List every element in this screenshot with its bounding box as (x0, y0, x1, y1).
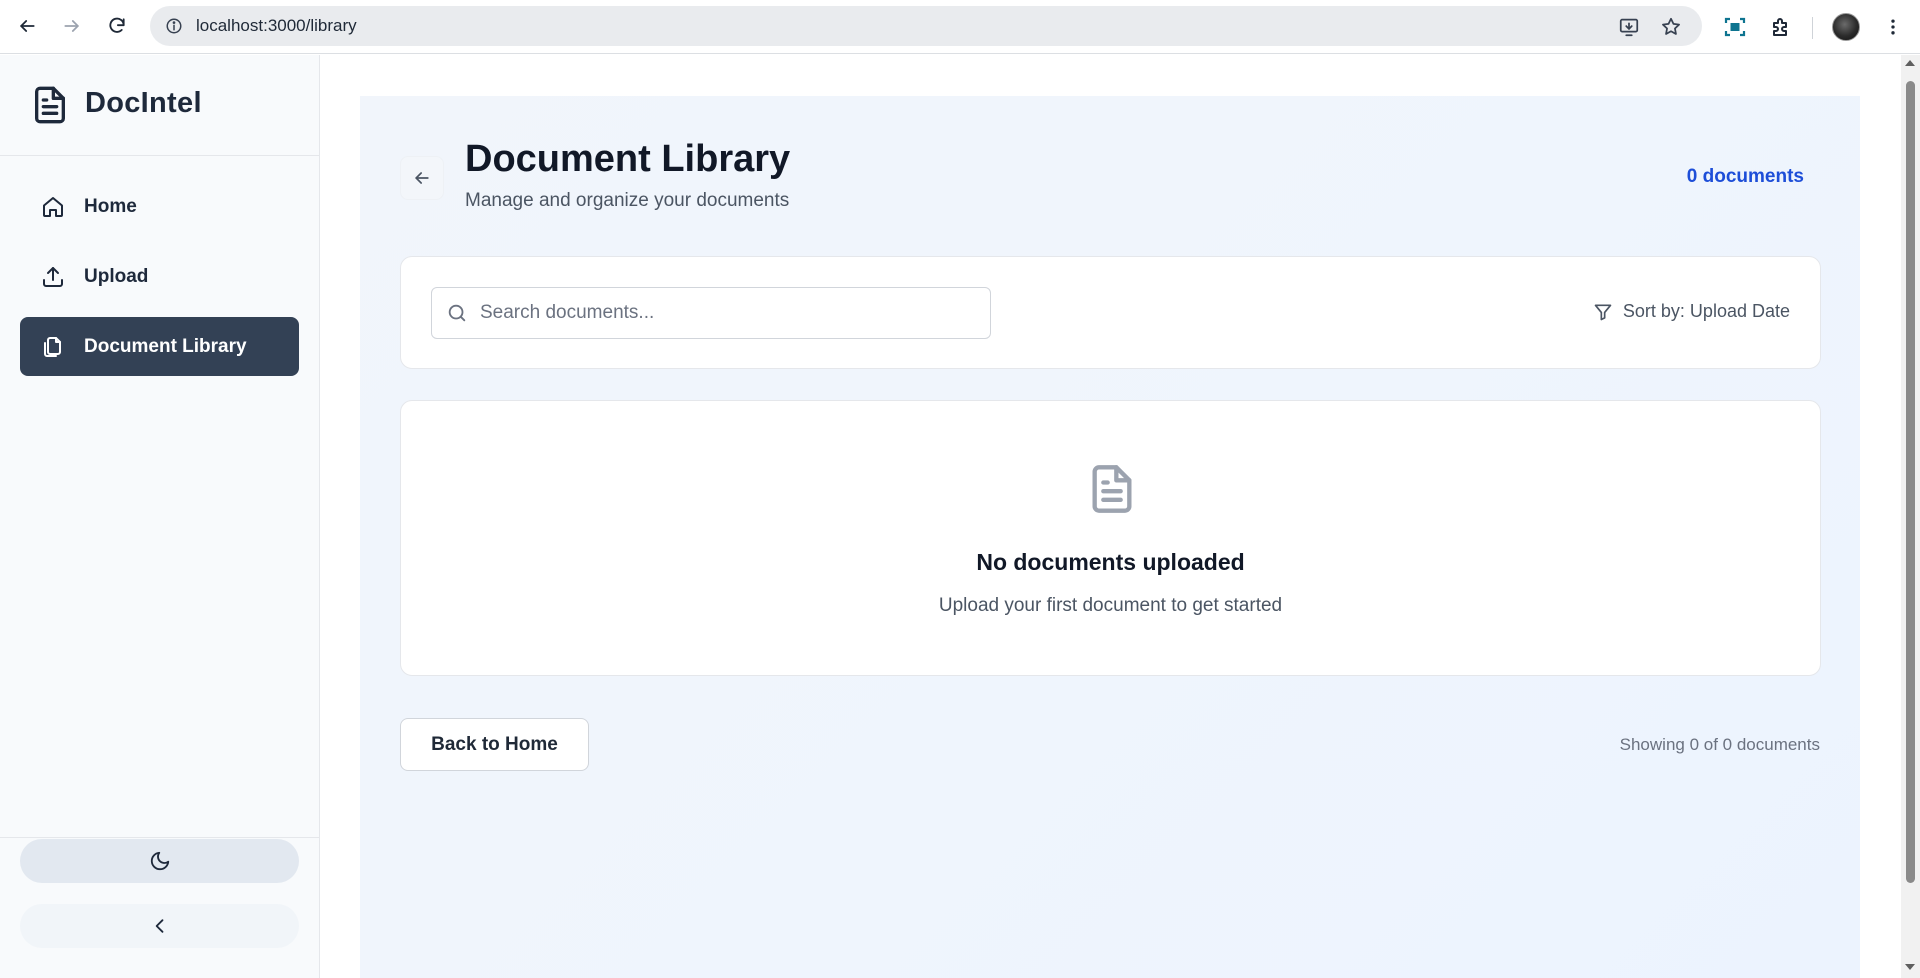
reload-icon[interactable] (101, 10, 133, 42)
scrollbar-thumb[interactable] (1906, 81, 1915, 883)
documents-icon (40, 334, 66, 360)
page-title: Document Library (465, 138, 791, 180)
sidebar-item-upload[interactable]: Upload (20, 247, 299, 306)
sidebar-item-home[interactable]: Home (20, 177, 299, 236)
sidebar-item-label: Home (84, 195, 137, 217)
collapse-sidebar-button[interactable] (20, 904, 299, 948)
back-to-home-button[interactable]: Back to Home (400, 718, 589, 771)
back-button[interactable] (400, 156, 444, 200)
search-filter-card: Sort by: Upload Date (400, 256, 1821, 369)
sidebar: DocIntel Home Upload Document Library (0, 55, 320, 978)
arrow-left-icon (412, 168, 432, 188)
scroll-up-arrow-icon[interactable] (1905, 60, 1915, 66)
extensions-icon[interactable] (1764, 10, 1798, 44)
toolbar-separator (1812, 17, 1813, 39)
empty-state-card: No documents uploaded Upload your first … (400, 400, 1821, 676)
filter-icon (1593, 302, 1613, 322)
sidebar-item-document-library[interactable]: Document Library (20, 317, 299, 376)
forward-arrow-icon[interactable] (56, 10, 88, 42)
browser-toolbar: localhost:3000/library (0, 0, 1920, 54)
empty-state-title: No documents uploaded (976, 549, 1245, 575)
home-icon (40, 194, 66, 220)
file-text-icon (1086, 459, 1138, 519)
site-info-icon[interactable] (162, 14, 186, 38)
back-arrow-icon[interactable] (11, 10, 43, 42)
upload-icon (40, 264, 66, 290)
pagination-summary: Showing 0 of 0 documents (1619, 735, 1820, 754)
menu-kebab-icon[interactable] (1876, 10, 1910, 44)
chevron-left-icon (150, 916, 170, 936)
brand-header: DocIntel (0, 55, 320, 156)
url-text[interactable]: localhost:3000/library (196, 6, 357, 46)
scroll-down-arrow-icon[interactable] (1905, 964, 1915, 970)
search-icon (446, 302, 468, 324)
main-content: Document Library Manage and organize you… (360, 96, 1860, 978)
theme-toggle-button[interactable] (20, 839, 299, 883)
sidebar-item-label: Upload (84, 265, 149, 287)
install-app-icon[interactable] (1616, 14, 1642, 40)
page-subtitle: Manage and organize your documents (465, 190, 790, 211)
search-input[interactable] (480, 288, 980, 338)
profile-avatar[interactable] (1832, 13, 1860, 41)
sort-control[interactable]: Sort by: Upload Date (1593, 301, 1790, 322)
sort-label: Sort by: Upload Date (1622, 301, 1790, 321)
screenshot-icon[interactable] (1718, 10, 1752, 44)
document-logo-icon (30, 84, 70, 126)
document-count: 0 documents (1686, 166, 1804, 187)
brand-name: DocIntel (85, 87, 202, 119)
bookmark-star-icon[interactable] (1658, 14, 1684, 40)
sidebar-item-label: Document Library (84, 335, 247, 357)
moon-icon (149, 850, 171, 872)
empty-state-subtitle: Upload your first document to get starte… (938, 595, 1283, 616)
search-box[interactable] (431, 287, 991, 339)
sidebar-divider (0, 837, 320, 838)
address-bar[interactable]: localhost:3000/library (150, 6, 1702, 46)
